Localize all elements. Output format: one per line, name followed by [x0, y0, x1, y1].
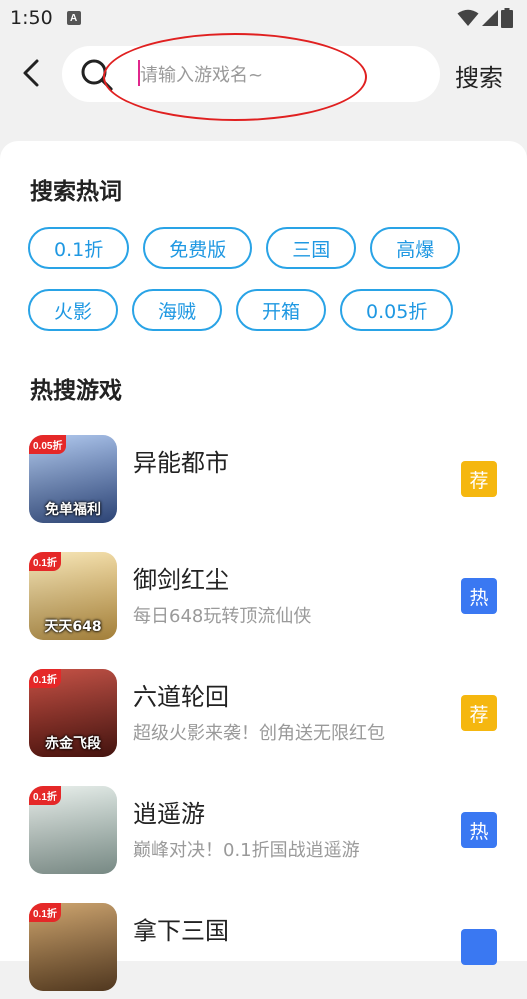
wifi-icon: [457, 9, 479, 26]
game-icon: 0.1折: [29, 786, 117, 874]
hot-tag: 热: [461, 812, 497, 848]
chevron-left-icon: [23, 59, 39, 87]
hot-tag: 热: [461, 578, 497, 614]
game-list-item[interactable]: 0.1折 天天648 御剑红尘 每日648玩转顶流仙侠 热: [0, 552, 527, 648]
hot-words-title: 搜索热词: [30, 179, 122, 205]
hot-word-chip[interactable]: 三国: [266, 227, 357, 269]
game-name: 异能都市: [133, 449, 229, 477]
game-list-item[interactable]: 0.1折 拿下三国: [0, 903, 527, 999]
hot-words-row-2: 火影 海贼 开箱 0.05折: [28, 289, 454, 331]
search-box[interactable]: [62, 46, 440, 102]
search-button[interactable]: 搜索: [455, 58, 503, 93]
status-time: 1:50: [10, 7, 53, 29]
game-list-item[interactable]: 0.05折 免单福利 异能都市 荐: [0, 435, 527, 531]
status-left: 1:50 A: [10, 7, 81, 29]
game-name: 拿下三国: [133, 917, 229, 945]
accessibility-notification-icon: A: [66, 11, 81, 25]
game-name: 御剑红尘: [133, 566, 229, 594]
discount-badge: 0.05折: [29, 435, 67, 454]
discount-badge: 0.1折: [29, 669, 61, 688]
game-list-item[interactable]: 0.1折 逍遥游 巅峰对决！0.1折国战逍遥游 热: [0, 786, 527, 882]
game-icon-caption: 免单福利: [45, 502, 101, 518]
game-description: 每日648玩转顶流仙侠: [133, 606, 312, 627]
recommend-tag: 荐: [461, 695, 497, 731]
status-bar: 1:50 A: [0, 0, 527, 36]
game-description: 超级火影来袭！创角送无限红包: [133, 723, 385, 744]
game-icon: 0.1折 赤金飞段: [29, 669, 117, 757]
game-name: 六道轮回: [133, 683, 229, 711]
game-name: 逍遥游: [133, 800, 205, 828]
hot-word-chip[interactable]: 海贼: [132, 289, 223, 331]
search-header: 搜索: [0, 44, 527, 102]
content-card: 搜索热词 0.1折 免费版 三国 高爆 火影 海贼 开箱 0.05折 热搜游戏 …: [0, 141, 527, 991]
hot-word-chip[interactable]: 火影: [28, 289, 119, 331]
game-list-item[interactable]: 0.1折 赤金飞段 六道轮回 超级火影来袭！创角送无限红包 荐: [0, 669, 527, 765]
game-icon: 0.1折: [29, 903, 117, 991]
back-button[interactable]: [14, 56, 48, 90]
status-right: [457, 8, 513, 28]
recommend-tag: 荐: [461, 461, 497, 497]
cell-signal-icon: [482, 10, 498, 26]
battery-icon: [501, 8, 513, 28]
search-input[interactable]: [138, 59, 422, 91]
hot-games-title: 热搜游戏: [30, 378, 122, 404]
game-icon-caption: 赤金飞段: [45, 736, 101, 752]
text-cursor: [138, 60, 140, 86]
discount-badge: 0.1折: [29, 903, 61, 922]
game-icon-caption: 天天648: [44, 619, 102, 635]
search-icon: [81, 59, 113, 91]
game-icon: 0.1折 天天648: [29, 552, 117, 640]
discount-badge: 0.1折: [29, 552, 61, 571]
hot-word-chip[interactable]: 开箱: [236, 289, 327, 331]
hot-word-chip[interactable]: 0.1折: [28, 227, 130, 269]
game-description: 巅峰对决！0.1折国战逍遥游: [133, 840, 360, 861]
hot-word-chip[interactable]: 高爆: [370, 227, 461, 269]
game-icon: 0.05折 免单福利: [29, 435, 117, 523]
hot-word-chip[interactable]: 免费版: [143, 227, 253, 269]
discount-badge: 0.1折: [29, 786, 61, 805]
hot-words-row-1: 0.1折 免费版 三国 高爆: [28, 227, 461, 269]
hot-tag: [461, 929, 497, 965]
hot-word-chip[interactable]: 0.05折: [340, 289, 454, 331]
